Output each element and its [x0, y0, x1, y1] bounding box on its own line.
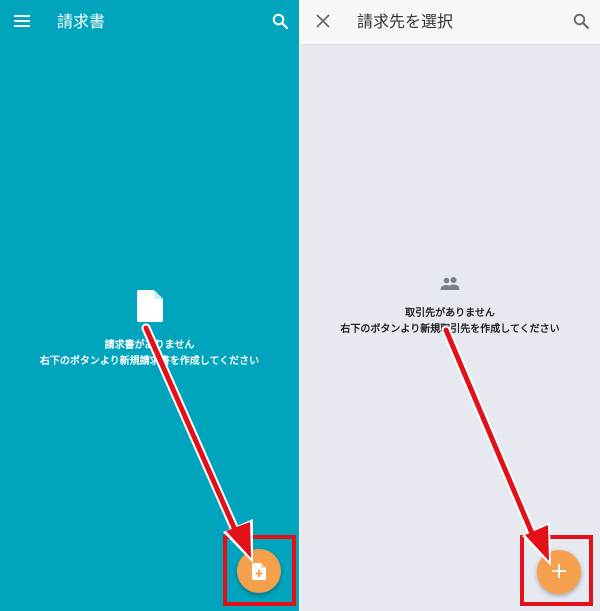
highlight-box-left: [223, 535, 296, 606]
document-icon: [136, 290, 163, 322]
client-select-screen: 請求先を選択 取引先がありません 右下のボタンより新規取引先を作成してください …: [300, 0, 600, 611]
close-icon[interactable]: [316, 14, 330, 28]
highlight-box-right: [520, 535, 593, 606]
hamburger-menu-icon[interactable]: [14, 15, 30, 27]
search-icon[interactable]: [272, 13, 288, 29]
screenshot-root: 請求書 請求書がありません 右下のボタンより新規請求書を作成してください 請求先…: [0, 0, 600, 611]
invoice-screen-title: 請求書: [57, 12, 106, 31]
invoice-empty-title: 請求書がありません: [104, 340, 195, 351]
client-empty-hint: 右下のボタンより新規取引先を作成してください: [340, 324, 560, 335]
invoice-screen: 請求書 請求書がありません 右下のボタンより新規請求書を作成してください: [0, 0, 299, 611]
search-icon[interactable]: [573, 13, 589, 29]
people-icon: [440, 277, 460, 290]
client-empty-title: 取引先がありません: [405, 308, 495, 319]
client-screen-title: 請求先を選択: [357, 12, 454, 31]
client-empty-state: 取引先がありません 右下のボタンより新規取引先を作成してください: [300, 275, 600, 338]
invoice-empty-hint: 右下のボタンより新規請求書を作成してください: [39, 356, 260, 367]
client-app-bar: 請求先を選択: [300, 0, 600, 45]
invoice-empty-state: 請求書がありません 右下のボタンより新規請求書を作成してください: [0, 290, 299, 370]
invoice-app-bar: 請求書: [0, 0, 299, 44]
